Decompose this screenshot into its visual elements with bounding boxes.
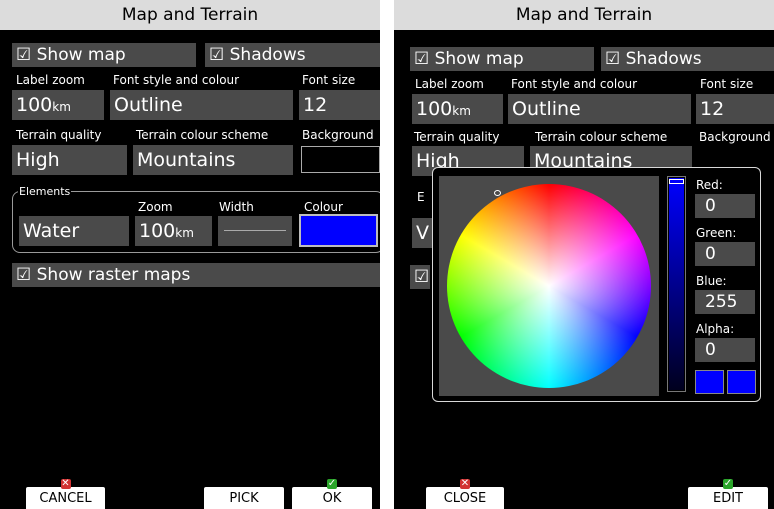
brightness-slider-thumb[interactable]: [669, 179, 684, 184]
page-title: Map and Terrain: [0, 0, 380, 30]
left-screen: Map and Terrain ☑ Show map ☑ Shadows Lab…: [0, 0, 380, 509]
close-label: CLOSE: [443, 491, 487, 506]
edit-label: EDIT: [713, 491, 743, 506]
red-label: Red:: [696, 178, 723, 192]
check-icon: ✓: [327, 478, 337, 489]
green-field[interactable]: 0: [695, 242, 755, 266]
font-style-field[interactable]: Outline: [110, 90, 293, 120]
edit-button[interactable]: ✓ EDIT: [688, 479, 768, 509]
font-size-label: Font size: [302, 73, 356, 87]
show-raster-maps-partial[interactable]: ☑: [410, 265, 430, 289]
label-zoom-field[interactable]: 100km: [412, 94, 503, 124]
label-zoom-unit: km: [452, 104, 471, 118]
pick-button[interactable]: PICK: [204, 487, 284, 509]
label-zoom-unit: km: [52, 100, 71, 114]
element-type-field[interactable]: Water: [19, 216, 129, 246]
red-field[interactable]: 0: [695, 194, 755, 218]
element-type-field-partial[interactable]: V: [412, 218, 432, 248]
terrain-quality-label: Terrain quality: [16, 128, 102, 142]
blue-field[interactable]: 255: [695, 290, 755, 314]
background-colour-swatch[interactable]: [301, 146, 380, 173]
elements-label-partial: E: [416, 190, 426, 204]
alpha-field[interactable]: 0: [695, 338, 755, 362]
element-zoom-value: 100: [139, 220, 176, 242]
alpha-label: Alpha:: [696, 322, 735, 336]
show-raster-maps-checkbox[interactable]: ☑ Show raster maps: [12, 263, 380, 287]
elements-label: Elements: [18, 185, 72, 198]
background-label: Background: [699, 130, 771, 144]
width-label: Width: [219, 200, 254, 214]
terrain-scheme-label: Terrain colour scheme: [136, 128, 269, 142]
x-icon: ✕: [460, 478, 470, 489]
font-size-field[interactable]: 12: [696, 94, 774, 124]
font-size-label: Font size: [700, 77, 754, 91]
close-button[interactable]: ✕ CLOSE: [426, 479, 504, 509]
cancel-button[interactable]: ✕ CANCEL: [26, 479, 105, 509]
element-zoom-unit: km: [175, 226, 194, 240]
terrain-quality-field[interactable]: High: [12, 145, 127, 175]
colour-wheel-area: [439, 176, 659, 396]
colour-wheel[interactable]: [447, 184, 651, 388]
label-zoom-value: 100: [416, 98, 453, 120]
terrain-quality-label: Terrain quality: [414, 130, 500, 144]
font-size-field[interactable]: 12: [299, 90, 380, 120]
blue-label: Blue:: [696, 274, 727, 288]
show-map-checkbox[interactable]: ☑ Show map: [410, 47, 594, 71]
ok-button[interactable]: ✓ OK: [292, 479, 372, 509]
width-line: [224, 230, 286, 231]
element-zoom-field[interactable]: 100km: [135, 216, 212, 246]
cancel-label: CANCEL: [39, 491, 92, 506]
colour-label: Colour: [304, 200, 343, 214]
check-icon: ✓: [723, 478, 733, 489]
zoom-label: Zoom: [138, 200, 173, 214]
colour-selector-dot[interactable]: [494, 190, 501, 196]
label-zoom-label: Label zoom: [415, 77, 484, 91]
font-style-label: Font style and colour: [113, 73, 240, 87]
page-title: Map and Terrain: [394, 0, 774, 30]
shadows-checkbox[interactable]: ☑ Shadows: [205, 43, 380, 67]
ok-label: OK: [322, 491, 342, 506]
old-colour-preview: [695, 370, 724, 394]
green-label: Green:: [696, 226, 737, 240]
font-style-label: Font style and colour: [511, 77, 638, 91]
shadows-checkbox[interactable]: ☑ Shadows: [601, 47, 774, 71]
label-zoom-label: Label zoom: [16, 73, 85, 87]
brightness-slider[interactable]: [667, 176, 686, 392]
colour-picker-dialog: Red: 0 Green: 0 Blue: 255 Alpha: 0: [432, 167, 761, 402]
terrain-scheme-field[interactable]: Mountains: [133, 145, 293, 175]
new-colour-preview: [727, 370, 756, 394]
brightness-slider-fill: [669, 178, 684, 390]
label-zoom-field[interactable]: 100km: [12, 90, 104, 120]
element-colour-swatch[interactable]: [299, 214, 378, 247]
terrain-scheme-label: Terrain colour scheme: [535, 130, 668, 144]
x-icon: ✕: [60, 478, 71, 489]
pick-label: PICK: [229, 491, 259, 506]
label-zoom-value: 100: [16, 94, 53, 116]
font-style-field[interactable]: Outline: [508, 94, 691, 124]
show-map-checkbox[interactable]: ☑ Show map: [12, 43, 196, 67]
background-label: Background: [302, 128, 374, 142]
element-width-field[interactable]: [218, 216, 292, 246]
